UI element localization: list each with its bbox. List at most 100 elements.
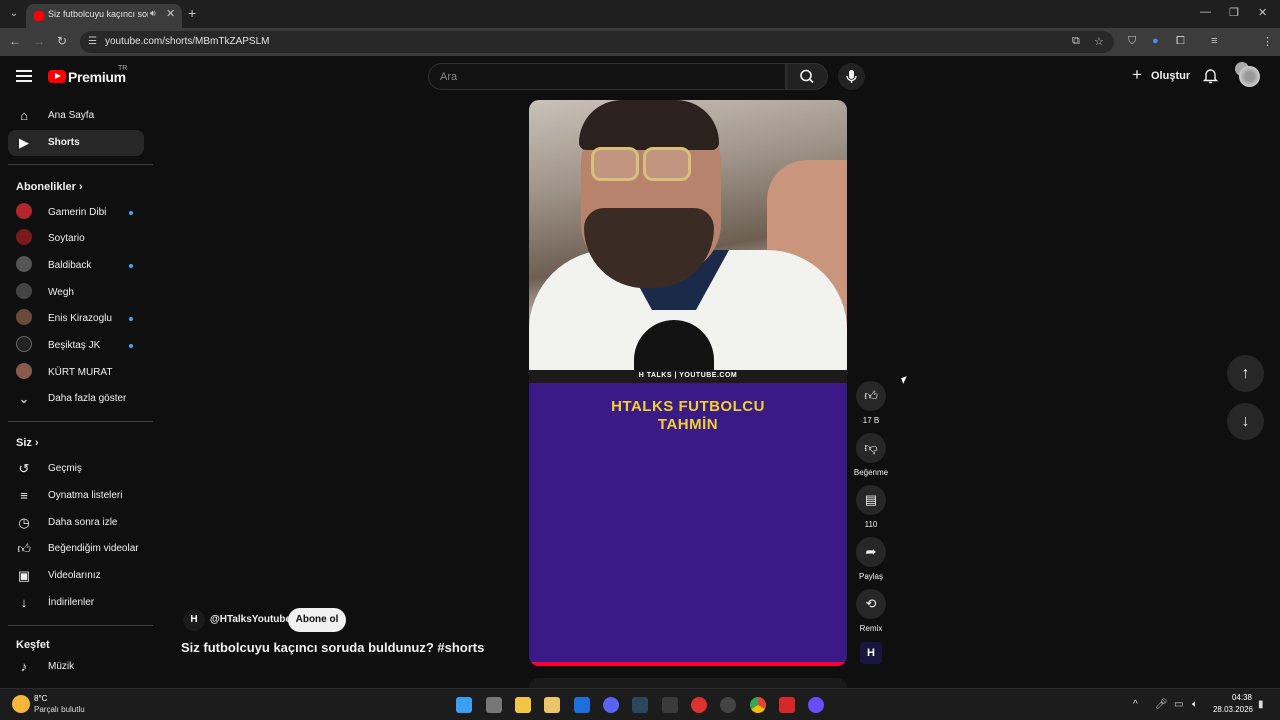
comment-icon[interactable]: ▤ bbox=[856, 485, 886, 515]
chevron-right-icon: › bbox=[34, 437, 39, 449]
sidebar-item-label: İndirilenler bbox=[48, 597, 95, 608]
outlook-icon[interactable] bbox=[574, 697, 590, 713]
sidebar-item-subscription[interactable]: KÜRT MURAT bbox=[8, 360, 144, 386]
media-control-icon[interactable]: ≡ bbox=[1211, 35, 1217, 47]
forward-icon[interactable]: → bbox=[33, 34, 45, 48]
chrome-icon[interactable] bbox=[750, 697, 766, 713]
sidebar-item-subscription[interactable]: Enis Kirazoglu bbox=[8, 306, 144, 332]
notifications-bell-icon[interactable] bbox=[1202, 67, 1219, 84]
sidebar-item-label: Soytario bbox=[48, 233, 85, 244]
search-input[interactable]: Ara bbox=[428, 63, 786, 90]
weather-condition[interactable]: Parçalı bulutlu bbox=[34, 705, 85, 714]
windows-start-icon[interactable] bbox=[456, 697, 472, 713]
app-icon[interactable] bbox=[662, 697, 678, 713]
show-more-button[interactable]: ⌄ Daha fazla göster bbox=[8, 386, 144, 412]
remix-icon[interactable]: ⟲ bbox=[856, 589, 886, 619]
video-frame-image bbox=[529, 100, 847, 370]
channel-avatar bbox=[16, 336, 32, 352]
next-short-button[interactable]: ↓ bbox=[1227, 403, 1264, 440]
shield-extension-icon[interactable]: ⛉ bbox=[1128, 35, 1136, 48]
restore-icon[interactable]: ❐ bbox=[1229, 6, 1239, 19]
hamburger-menu-icon[interactable] bbox=[16, 70, 32, 82]
audio-playing-icon[interactable]: 🔊︎ bbox=[150, 8, 156, 19]
video-progress-bar[interactable] bbox=[529, 662, 847, 666]
sidebar-item-label: Müzik bbox=[48, 661, 75, 672]
volume-icon[interactable]: 🔈︎ bbox=[1192, 699, 1198, 710]
temperature[interactable]: 8°C bbox=[34, 694, 47, 703]
steam-icon[interactable] bbox=[632, 697, 648, 713]
network-icon[interactable]: ▭ bbox=[1174, 699, 1183, 710]
chevron-down-icon: ⌄ bbox=[18, 391, 30, 406]
sidebar-item-label: KÜRT MURAT bbox=[48, 367, 113, 378]
sidebar-item-label: Enis Kirazoglu bbox=[48, 313, 112, 324]
clock-date[interactable]: 28.03.2026 bbox=[1205, 705, 1253, 714]
video-title-line: TAHMİN bbox=[657, 416, 719, 433]
voice-search-button[interactable] bbox=[838, 63, 865, 90]
tray-chevron-up-icon[interactable]: ^ bbox=[1133, 699, 1138, 710]
subscriptions-heading[interactable]: Abonelikler › bbox=[16, 181, 83, 193]
show-more-label: Daha fazla göster bbox=[48, 393, 127, 404]
like-icon[interactable]: 👍︎ bbox=[856, 381, 886, 411]
sidebar-item-shorts[interactable]: ▶ Shorts bbox=[8, 130, 144, 156]
sidebar-item-watch-later[interactable]: ◷ Daha sonra izle bbox=[8, 510, 144, 536]
app-icon-red[interactable] bbox=[779, 697, 795, 713]
file-explorer-icon[interactable] bbox=[515, 697, 531, 713]
notification-center-icon[interactable]: ▮ bbox=[1258, 699, 1264, 710]
back-icon[interactable]: ← bbox=[9, 34, 21, 48]
sidebar-item-subscription[interactable]: Soytario bbox=[8, 226, 144, 252]
you-heading[interactable]: Siz › bbox=[16, 437, 39, 449]
sidebar-item-home[interactable]: ⌂ Ana Sayfa bbox=[8, 103, 144, 129]
sidebar-item-downloads[interactable]: ↓ İndirilenler bbox=[8, 590, 144, 616]
discord-icon[interactable] bbox=[603, 697, 619, 713]
puzzle-extensions-icon[interactable]: ⧠ bbox=[1176, 35, 1185, 48]
plus-icon: + bbox=[1132, 65, 1142, 84]
share-icon[interactable]: ➦ bbox=[856, 537, 886, 567]
close-tab-icon[interactable]: ✕ bbox=[166, 7, 175, 20]
reload-icon[interactable]: ↻ bbox=[57, 34, 67, 48]
store-icon[interactable] bbox=[544, 697, 560, 713]
browser-tab[interactable]: Siz futbolcuyu kaçıncı soruda 🔊︎ ✕ bbox=[26, 4, 182, 28]
shorts-video-player[interactable]: H TALKS | YOUTUBE.COM HTALKS FUTBOLCU TA… bbox=[529, 100, 847, 666]
sidebar-item-playlists[interactable]: ≡ Oynatma listeleri bbox=[8, 483, 144, 509]
channel-avatar[interactable]: H bbox=[183, 609, 205, 631]
previous-short-button[interactable]: ↑ bbox=[1227, 355, 1264, 392]
account-avatar[interactable] bbox=[1239, 66, 1260, 87]
search-button[interactable] bbox=[786, 63, 828, 90]
weather-icon[interactable] bbox=[12, 695, 30, 713]
obs-icon[interactable] bbox=[720, 697, 736, 713]
sidebar-item-your-videos[interactable]: ▣ Videolarınız bbox=[8, 563, 144, 589]
divider bbox=[8, 625, 153, 626]
subscribe-button[interactable]: Abone ol bbox=[288, 608, 346, 632]
sound-channel-thumbnail[interactable]: H bbox=[860, 642, 882, 664]
downloads-icon: ↓ bbox=[20, 595, 28, 610]
site-info-icon[interactable]: ☰ bbox=[88, 36, 97, 47]
minimize-icon[interactable]: — bbox=[1200, 6, 1211, 18]
sidebar-item-subscription[interactable]: Wegh bbox=[8, 280, 144, 306]
sidebar-item-history[interactable]: ↺ Geçmiş bbox=[8, 456, 144, 482]
sidebar-item-subscription[interactable]: Baldiback bbox=[8, 253, 144, 279]
channel-handle[interactable]: @HTalksYoutube bbox=[210, 614, 291, 625]
sidebar-item-liked-videos[interactable]: 👍︎ Beğendiğim videolar bbox=[8, 536, 144, 562]
media-app-icon[interactable] bbox=[691, 697, 707, 713]
bookmark-star-icon[interactable]: ☆ bbox=[1094, 35, 1104, 48]
address-bar[interactable]: ☰ youtube.com/shorts/MBmTkZAPSLM ⧉ ☆ bbox=[80, 31, 1114, 53]
microphone-tray-icon[interactable]: 🎤︎ bbox=[1155, 699, 1168, 710]
close-window-icon[interactable]: ✕ bbox=[1258, 6, 1267, 19]
sidebar-item-label: Shorts bbox=[48, 137, 80, 148]
sidebar-item-subscription[interactable]: Beşiktaş JK bbox=[8, 333, 144, 359]
assistant-icon[interactable] bbox=[808, 697, 824, 713]
new-tab-button[interactable]: + bbox=[188, 5, 196, 21]
country-code: TR bbox=[118, 65, 128, 72]
sidebar-item-subscription[interactable]: Gamerin Dibi bbox=[8, 200, 144, 226]
sidebar-item-music[interactable]: ♪ Müzik bbox=[8, 654, 144, 680]
your-videos-icon: ▣ bbox=[17, 568, 31, 583]
youtube-favicon bbox=[34, 11, 44, 21]
tab-search-icon[interactable]: ⌄ bbox=[6, 6, 22, 22]
dislike-icon[interactable]: 👎︎ bbox=[856, 433, 886, 463]
short-title[interactable]: Siz futbolcuyu kaçıncı soruda buldunuz? … bbox=[181, 640, 484, 655]
browser-menu-icon[interactable]: ⋮ bbox=[1262, 35, 1273, 48]
install-app-icon[interactable]: ⧉ bbox=[1072, 35, 1080, 48]
extension-icon[interactable]: ● bbox=[1152, 35, 1159, 47]
clock-time[interactable]: 04:38 bbox=[1230, 693, 1252, 702]
task-view-icon[interactable] bbox=[486, 697, 502, 713]
